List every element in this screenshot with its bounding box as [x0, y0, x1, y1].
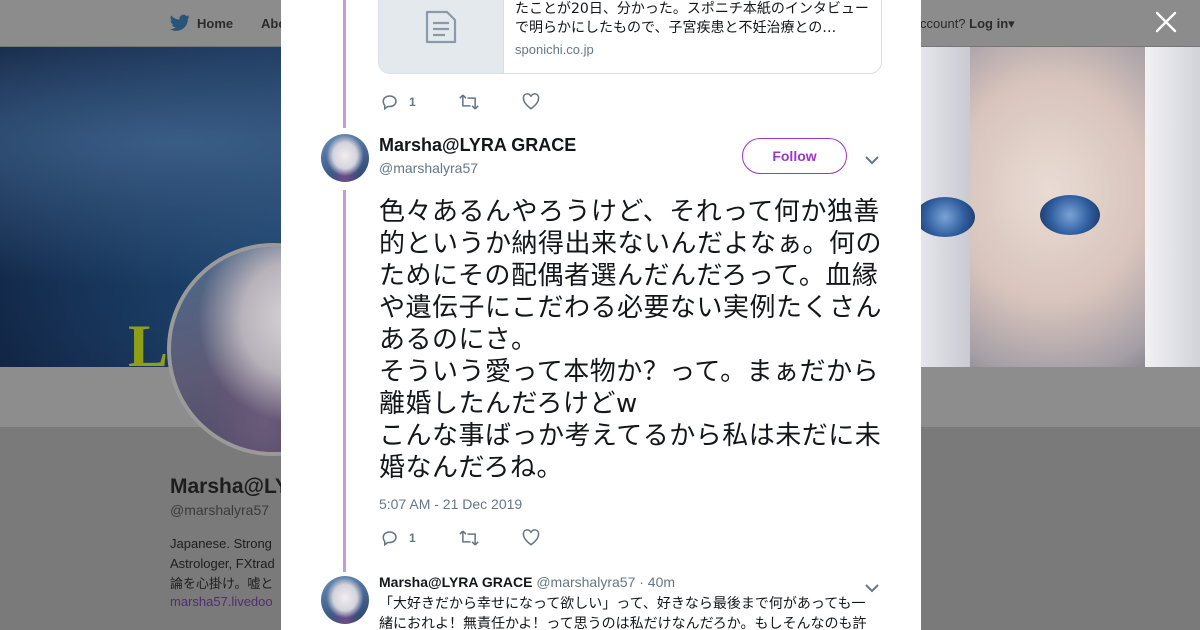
close-icon[interactable] [1152, 10, 1180, 38]
retweet-button[interactable] [458, 529, 479, 547]
tweet-actions: 1 [381, 528, 583, 548]
follow-button[interactable]: Follow [742, 138, 847, 174]
thread-connector-line [343, 190, 346, 572]
banner-character-art [900, 47, 1200, 367]
document-icon [425, 10, 457, 44]
card-description: たことが20日、分かった。スポニチ本紙のインタビューで明らかにしたもので、子宮疾… [515, 1, 869, 36]
tweet-header: Marsha@LYRA GRACE @marshalyra57 · 40m [379, 574, 675, 590]
reply-count: 1 [409, 95, 416, 109]
heart-icon [522, 529, 540, 546]
nav-home-link[interactable]: Home [197, 16, 233, 31]
twitter-bird-icon[interactable] [170, 14, 190, 36]
account-question-text: ccount? [920, 16, 966, 31]
tweet-timestamp[interactable]: 5:07 AM - 21 Dec 2019 [379, 496, 522, 512]
thread-connector-line [343, 0, 346, 128]
nav-account-area: ccount? Log in▾ [920, 16, 1015, 32]
retweet-button[interactable] [458, 93, 479, 111]
link-preview-card[interactable]: たことが20日、分かった。スポニチ本紙のインタビューで明らかにしたもので、子宮疾… [378, 0, 882, 74]
author-name[interactable]: Marsha@LYRA GRACE [379, 135, 576, 156]
bio-line: Japanese. Strong [170, 536, 272, 551]
login-link[interactable]: Log in [969, 16, 1008, 31]
author-handle[interactable]: @marshalyra57 [536, 574, 635, 590]
author-name[interactable]: Marsha@LYRA GRACE [379, 574, 532, 590]
reply-icon [382, 95, 397, 111]
banner-logo-letter: L [128, 313, 169, 367]
bio-line: 論を心掛け。嘘と [170, 576, 274, 591]
author-avatar[interactable] [321, 576, 369, 624]
reply-button[interactable]: 1 [381, 93, 416, 111]
retweet-icon [458, 94, 479, 110]
card-domain: sponichi.co.jp [515, 42, 594, 57]
like-button[interactable] [522, 529, 540, 547]
tweet-actions: 1 [381, 92, 583, 112]
like-button[interactable] [522, 93, 540, 111]
profile-website-link[interactable]: marsha57.livedoo [170, 594, 285, 609]
bio-line: Astrologer, FXtrad [170, 556, 275, 571]
tweet-time[interactable]: · 40m [639, 574, 675, 590]
heart-icon [522, 93, 540, 110]
reply-icon [382, 531, 397, 547]
author-handle[interactable]: @marshalyra57 [379, 160, 478, 176]
card-thumbnail [379, 0, 504, 73]
profile-name: Marsha@LY [170, 475, 289, 498]
tweet-text: 色々あるんやろうけど、それって何か独善的というか納得出来ないんだよなぁ。何のため… [379, 197, 882, 483]
profile-bio: Japanese. Strong Astrologer, FXtrad 論を心掛… [170, 534, 285, 594]
tweet-modal: たことが20日、分かった。スポニチ本紙のインタビューで明らかにしたもので、子宮疾… [281, 0, 921, 630]
caret-down-icon: ▾ [1008, 16, 1015, 31]
retweet-icon [458, 530, 479, 546]
reply-count: 1 [409, 531, 416, 545]
chevron-down-icon[interactable] [865, 150, 879, 169]
reply-button[interactable]: 1 [381, 529, 416, 547]
profile-handle: @marshalyra57 [170, 502, 270, 518]
tweet-text: 「大好きだから幸せになって欲しい」って、好きなら最後まで何があっても一緒におれよ… [379, 596, 867, 630]
author-avatar[interactable] [321, 134, 369, 182]
